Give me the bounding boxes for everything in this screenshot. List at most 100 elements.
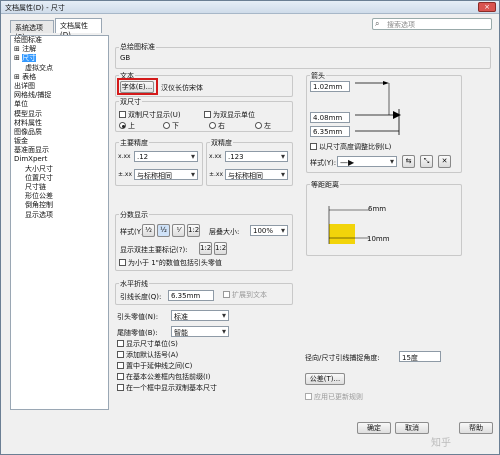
fraction-label: 分数显示	[119, 210, 149, 220]
tree-item[interactable]: 大小尺寸	[11, 165, 108, 174]
position-top-label: 上	[128, 122, 135, 130]
precision-icon: x.xx	[209, 153, 222, 160]
option-checkbox[interactable]	[117, 373, 124, 380]
dual-label: 双尺寸	[119, 97, 142, 107]
extend-text-checkbox[interactable]	[223, 291, 230, 298]
primary-precision-label: 主要精度	[119, 138, 149, 148]
arrow-smart-button[interactable]: ✕	[438, 155, 451, 168]
arrow-outside-button[interactable]: ⇆	[402, 155, 415, 168]
tree-item[interactable]: 网格线/捕捉	[11, 91, 108, 100]
window-title: 文档属性(D) - 尺寸	[5, 4, 65, 12]
tree-item[interactable]: 出详图	[11, 82, 108, 91]
less-than-one-checkbox[interactable]	[119, 259, 126, 266]
position-bottom-radio[interactable]	[163, 122, 170, 129]
position-top-radio[interactable]	[119, 122, 126, 129]
expand-icon[interactable]: ⊞	[14, 45, 20, 53]
scale-with-height-checkbox[interactable]	[310, 143, 317, 150]
position-left-radio[interactable]	[255, 122, 262, 129]
option-checkbox[interactable]	[117, 362, 124, 369]
primary-tolerance-select[interactable]: 与标称相同	[134, 169, 198, 180]
expand-icon[interactable]: ⊞	[14, 73, 20, 81]
equal-distance-label: 等距距离	[310, 180, 340, 190]
arrow-style-select[interactable]: —▶	[337, 156, 397, 167]
tree-item[interactable]: DimXpert	[11, 155, 108, 164]
show-dual-checkbox[interactable]	[119, 111, 126, 118]
trailing-zero-label: 尾随零值(B):	[117, 329, 158, 337]
apply-update-label: 应用已更新规则	[314, 393, 363, 401]
fraction-style-4-button[interactable]: 1:2	[187, 224, 200, 237]
tree-item[interactable]: 图像品质	[11, 128, 108, 137]
radial-snap-input[interactable]: 15度	[399, 351, 441, 362]
tree-item[interactable]: 材料属性	[11, 119, 108, 128]
equal-distance-value-2: 10mm	[367, 235, 390, 243]
font-highlight	[117, 78, 158, 95]
arrow-inside-button[interactable]: ⤡	[420, 155, 433, 168]
tree-item[interactable]: 位置尺寸	[11, 174, 108, 183]
primary-precision-select[interactable]: .12	[134, 151, 198, 162]
leading-zero-select[interactable]: 标准	[171, 310, 229, 321]
tree-item[interactable]: 显示选项	[11, 211, 108, 220]
option-label: 置中于延伸线之间(C)	[126, 362, 193, 370]
tree-item[interactable]: 倒角控制	[11, 201, 108, 210]
option-label: 显示尺寸单位(S)	[126, 340, 178, 348]
apply-update-checkbox[interactable]	[305, 393, 312, 400]
fraction-style-2-button[interactable]: ½	[157, 224, 170, 237]
trailing-zero-select[interactable]: 智能	[171, 326, 229, 337]
arrow-size-2[interactable]: 4.08mm	[310, 112, 350, 123]
dual-precision-select[interactable]: .123	[225, 151, 288, 162]
tree-item[interactable]: ⊞ 注解	[11, 45, 108, 54]
help-button[interactable]: 帮助	[459, 422, 493, 434]
option-label: 在基本公差框内包括前缀(I)	[126, 373, 211, 381]
options-tree[interactable]: 绘图标准 ⊞ 注解 ⊞ 尺寸 虚拟交点 ⊞ 表格 出详图 网格线/捕捉 单位 模…	[10, 35, 109, 410]
tree-item[interactable]: 基准面显示	[11, 146, 108, 155]
arrow-size-1[interactable]: 1.02mm	[310, 81, 350, 92]
tolerance-button[interactable]: 公差(T)...	[305, 373, 345, 385]
option-checkbox[interactable]	[117, 384, 124, 391]
tree-item[interactable]: 钣金	[11, 137, 108, 146]
tree-item-selected[interactable]: ⊞ 尺寸	[11, 54, 108, 63]
fraction-style-3-button[interactable]: ⅟	[172, 224, 185, 237]
less-than-one-label: 为小于 1"的数值包括引头零值	[128, 259, 222, 267]
tab-system-options[interactable]: 系统选项(S)	[10, 20, 54, 41]
position-bottom-label: 下	[172, 122, 179, 130]
stack-size-label: 层叠大小:	[209, 228, 240, 236]
tolerance-precision-icon: ±.xx	[118, 171, 133, 178]
dual-tolerance-select[interactable]: 与标称相同	[225, 169, 288, 180]
tree-item[interactable]: 绘图标准	[11, 36, 108, 45]
ok-button[interactable]: 确定	[357, 422, 391, 434]
arrow-style-icon: —▶	[340, 158, 355, 167]
tree-item[interactable]: ⊞ 表格	[11, 73, 108, 82]
tree-item[interactable]: 尺寸链	[11, 183, 108, 192]
close-button[interactable]: ×	[478, 2, 496, 12]
leader-length-input[interactable]: 6.35mm	[168, 290, 214, 301]
tree-item[interactable]: 单位	[11, 100, 108, 109]
precision-icon: x.xx	[118, 153, 131, 160]
overall-standard-group	[115, 47, 491, 69]
leading-mark-1-button[interactable]: 1:2	[199, 242, 212, 255]
arrow-size-3[interactable]: 6.35mm	[310, 126, 350, 137]
show-units-checkbox[interactable]	[204, 111, 211, 118]
option-checkbox[interactable]	[117, 351, 124, 358]
expand-icon[interactable]: ⊞	[14, 54, 20, 62]
leading-mark-label: 显示双挂主要标记(?):	[120, 246, 188, 254]
watermark: 知乎	[431, 438, 451, 449]
tree-item[interactable]: 模型显示	[11, 110, 108, 119]
font-name: 汉仪长仿宋体	[161, 84, 203, 92]
horizontal-break-label: 水平折线	[119, 279, 149, 289]
title-bar: 文档属性(D) - 尺寸	[1, 1, 499, 14]
overall-standard-label: 总绘图标准	[119, 42, 156, 52]
tab-document-properties[interactable]: 文档属性(D)	[55, 18, 102, 39]
fraction-style-1-button[interactable]: ¹⁄₂	[142, 224, 155, 237]
cancel-button[interactable]: 取消	[395, 422, 429, 434]
extend-text-label: 扩展到文本	[232, 291, 267, 299]
leader-length-label: 引线长度(Q):	[120, 293, 162, 301]
leading-mark-2-button[interactable]: 1:2	[214, 242, 227, 255]
tree-item[interactable]: 虚拟交点	[11, 64, 108, 73]
stack-size-select[interactable]: 100%	[250, 225, 288, 236]
equal-distance-value-1: 6mm	[368, 205, 387, 213]
option-checkbox[interactable]	[117, 340, 124, 347]
tree-item[interactable]: 形位公差	[11, 192, 108, 201]
position-right-radio[interactable]	[209, 122, 216, 129]
search-input[interactable]: 搜索选项	[372, 18, 492, 30]
arrow-style-label: 样式(Y):	[310, 159, 337, 167]
